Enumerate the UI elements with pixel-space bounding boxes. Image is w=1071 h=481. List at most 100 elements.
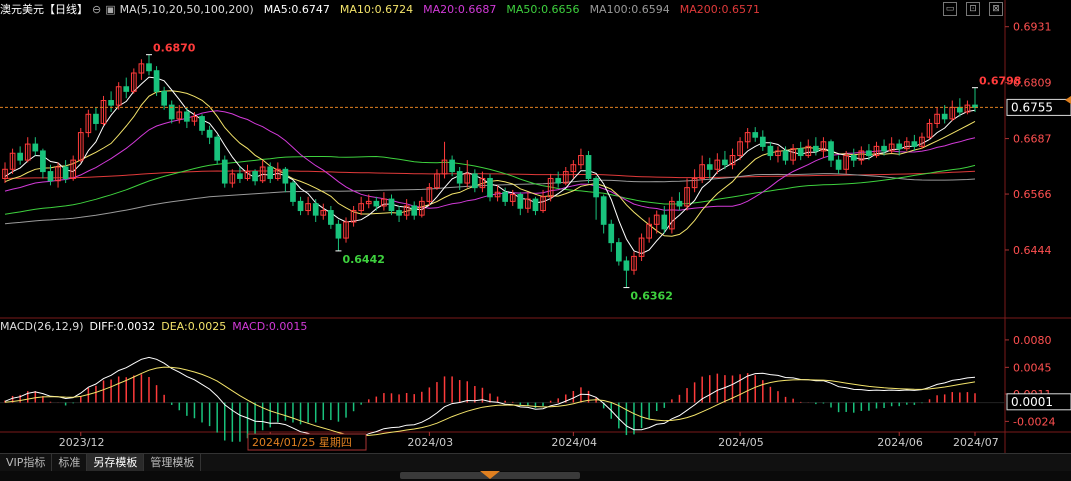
macd-params: MACD(26,12,9) [0,320,84,333]
minimize-icon[interactable]: ▭ [943,2,957,16]
ma20-value: MA20:0.6687 [423,3,497,16]
candle [502,191,509,202]
candle [396,210,402,216]
candle [828,141,834,161]
ma-icon[interactable]: ▣ [105,3,115,16]
date-tick-label: 2024/06 [877,436,923,449]
candle [487,177,493,198]
tab-save-template[interactable]: 另存模板 [87,454,145,471]
candle [722,159,728,166]
extreme-label: 0.6870 [153,42,196,55]
candle [782,150,789,161]
candle [267,166,274,179]
extreme-label: 0.6442 [342,253,384,266]
macd-tick-label: -0.0024 [1013,415,1055,428]
candle [615,242,622,262]
ma5-line [4,76,976,255]
price-tick-label: 0.6566 [1013,188,1052,201]
candle [456,171,463,184]
symbol-label[interactable]: 澳元美元 [0,3,44,16]
price-tick-label: 0.6444 [1013,244,1052,257]
candle [184,111,190,122]
candle [600,196,607,225]
candle [282,168,289,184]
macd-header: MACD(26,12,9) DIFF:0.0032 DEA:0.0025 MACD:0… [0,320,317,334]
candle [759,136,766,147]
macd-value: MACD:0.0015 [232,320,308,333]
candle [93,113,99,124]
candle [237,173,243,179]
candle [252,171,258,182]
candle [866,150,872,157]
candle [312,203,319,216]
scrollbar[interactable] [0,471,1071,481]
candle [40,150,46,173]
ma100-value: MA100:0.6594 [589,3,670,16]
tab-standard[interactable]: 标准 [52,454,88,471]
candle [335,223,342,239]
candle [911,141,918,147]
candle [623,260,630,271]
tab-manage-template[interactable]: 管理模板 [144,454,202,471]
price-tick-label: 0.6931 [1013,21,1052,34]
extreme-label: 0.6798 [979,75,1021,88]
candle [146,63,152,72]
cursor-date-label: 2024/01/25 星期四 [252,436,352,449]
tab-vip[interactable]: VIP指标 [0,454,53,471]
macd-tick-label: 0.0080 [1013,334,1052,347]
date-tick-label: 2024/04 [551,436,597,449]
candle [290,182,296,202]
candle [373,200,380,207]
candle [214,136,221,161]
candle [941,113,948,120]
candle [411,205,418,216]
ma200-value: MA200:0.6571 [679,3,760,16]
candle [896,143,903,150]
candle [17,152,24,161]
close-icon[interactable]: ⊠ [989,2,1003,16]
candle [752,132,759,138]
candle [532,198,539,212]
extreme-label: 0.6362 [630,290,672,303]
ma10-value: MA10:0.6724 [339,3,414,16]
macd-tick-label: 0.0045 [1013,361,1052,374]
candle [123,86,130,92]
date-tick-label: 2024/07 [953,436,999,449]
settings-icon[interactable]: ⊖ [92,3,101,16]
candle [608,223,615,244]
price-chart[interactable]: 0.69310.68090.66870.65660.64440.00800.00… [0,0,1071,453]
candle [881,145,887,152]
date-tick-label: 2024/05 [718,436,764,449]
candle [108,100,114,106]
candle [835,159,842,170]
current-price-label: 0.6755 [1011,100,1053,114]
candle [62,166,69,179]
candle [388,198,395,212]
scroll-arrow-icon[interactable] [480,471,500,479]
ma10-line [4,90,976,237]
candle [555,177,562,184]
candle [767,145,774,157]
candle [449,159,455,173]
restore-icon[interactable]: ⊡ [966,2,980,16]
candle [153,70,160,92]
candle [956,106,963,113]
candle [161,90,167,106]
indicator-header: 澳元美元【日线】 ⊖ ▣ MA(5,10,20,50,100,200) MA5:0.67… [0,1,770,17]
candle [661,214,668,230]
candle [328,210,334,225]
date-tick-label: 2024/03 [407,436,453,449]
template-tabs: VIP指标 标准 另存模板 管理模板 [0,453,1071,472]
candle [850,155,857,161]
candle [797,148,804,157]
candle [199,116,205,131]
candle [471,173,478,189]
candle [585,155,592,179]
period-label[interactable]: 【日线】 [44,3,88,16]
candle [206,129,213,138]
price-tick-label: 0.6687 [1013,133,1052,146]
ma-params: MA(5,10,20,50,100,200) [119,3,254,16]
candle [297,200,304,212]
candle [517,194,524,209]
candle [221,159,228,184]
